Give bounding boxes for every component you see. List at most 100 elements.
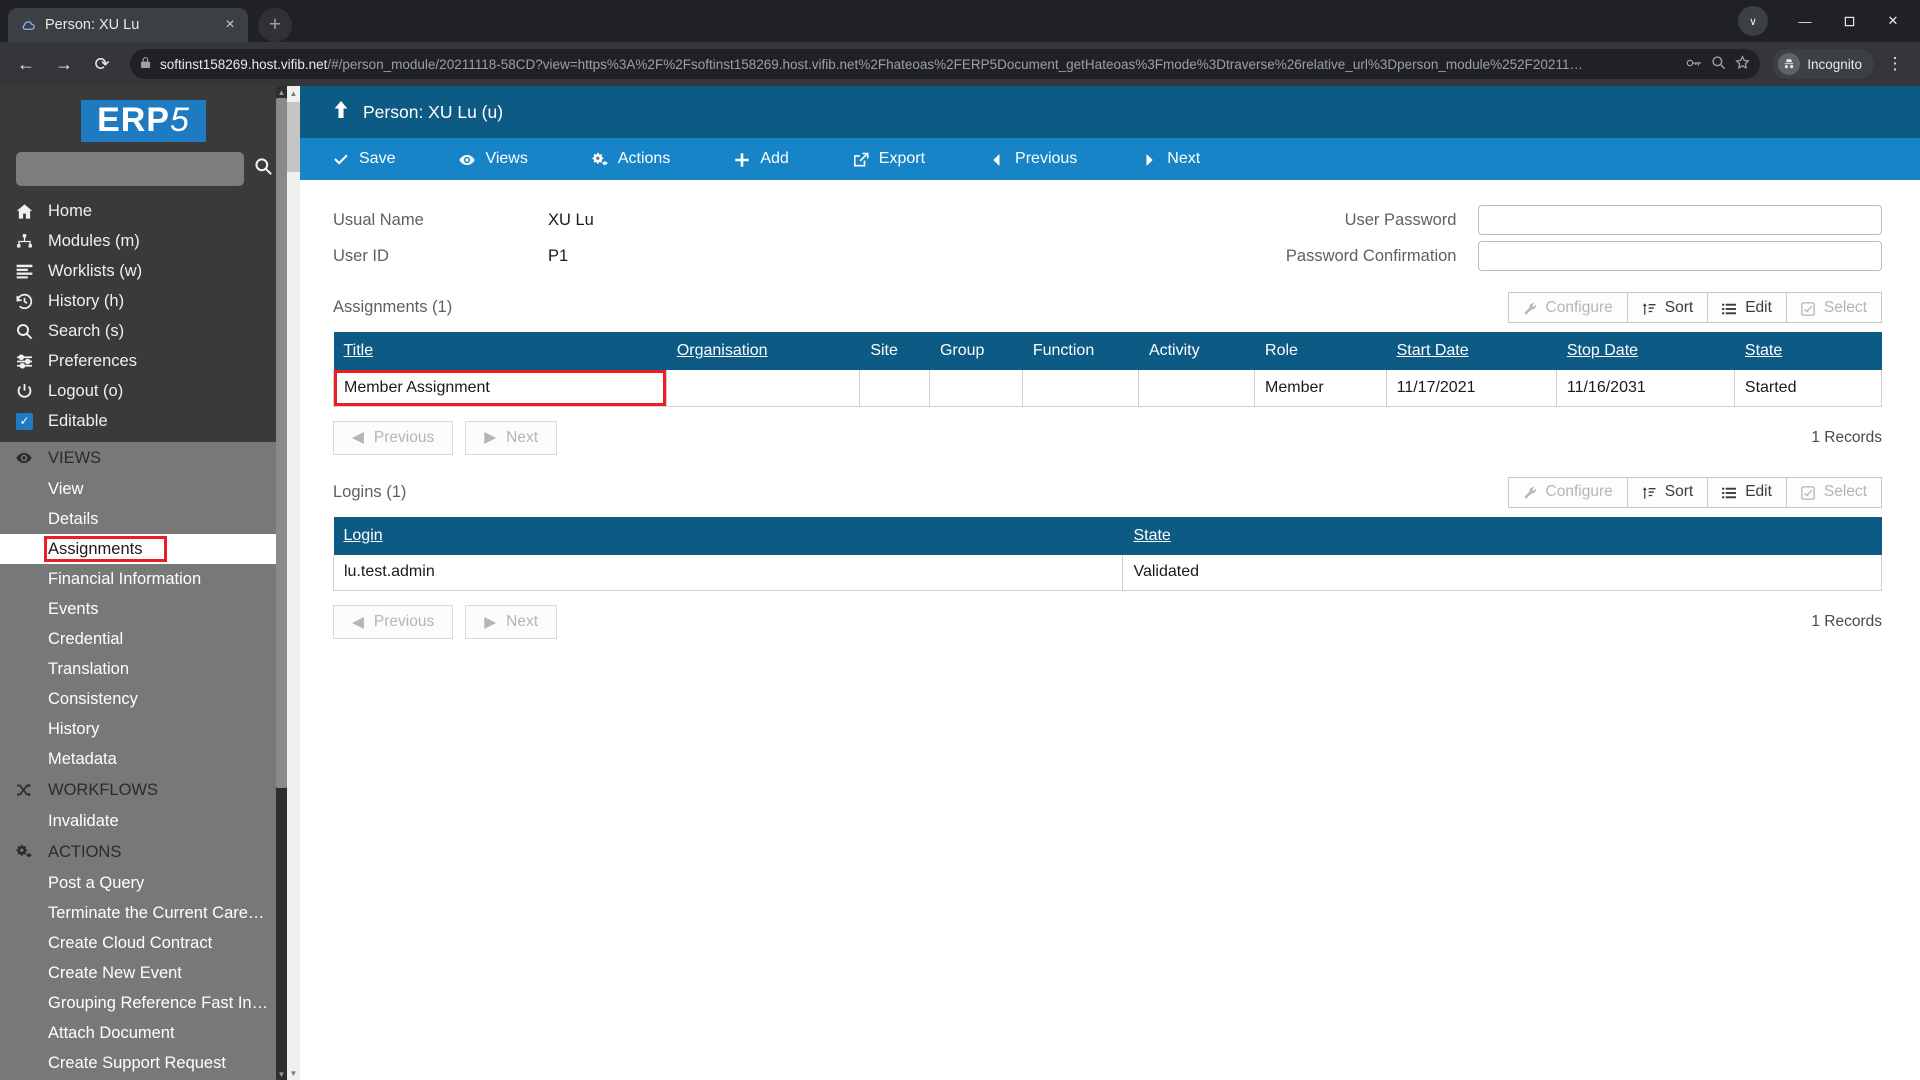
save-button[interactable]: Save [333, 150, 395, 168]
sidebar-item-create-support-request[interactable]: Create Support Request [0, 1048, 287, 1078]
scroll-down-icon[interactable]: ▼ [276, 1068, 287, 1080]
column-header-state[interactable]: State [1122, 516, 1882, 555]
scroll-up-icon[interactable]: ▲ [276, 86, 287, 98]
sidebar-item-post-a-query[interactable]: Post a Query [0, 868, 287, 898]
assignments-edit-button[interactable]: Edit [1707, 292, 1787, 323]
address-bar[interactable]: softinst158269.host.vifib.net/#/person_m… [130, 49, 1761, 79]
sidebar-item-metadata[interactable]: Metadata [0, 744, 287, 774]
assignments-next-button[interactable]: ▶ Next [465, 420, 558, 455]
sidebar-scrollbar-thumb[interactable] [276, 98, 287, 788]
assignments-previous-button[interactable]: ◀ Previous [333, 420, 454, 455]
table-cell[interactable]: Started [1733, 370, 1883, 407]
table-cell[interactable] [928, 370, 1023, 407]
column-header-activity: Activity [1138, 332, 1256, 370]
next-button[interactable]: Next [1141, 150, 1200, 168]
sidebar-item-events[interactable]: Events [0, 594, 287, 624]
star-icon[interactable] [1735, 55, 1750, 73]
shuffle-icon [16, 782, 48, 798]
table-cell[interactable] [1137, 370, 1256, 407]
logins-next-button[interactable]: ▶ Next [465, 605, 558, 639]
sidebar-item-create-cloud-contract[interactable]: Create Cloud Contract [0, 928, 287, 958]
key-icon[interactable] [1686, 56, 1702, 72]
up-arrow-icon[interactable] [333, 101, 349, 123]
user-password-input[interactable] [1478, 205, 1882, 235]
search-icon[interactable] [254, 157, 273, 182]
column-header-state[interactable]: State [1734, 332, 1883, 370]
sidebar-item-terminate-the-current-care[interactable]: Terminate the Current Care… [0, 898, 287, 928]
sidebar-item-details[interactable]: Details [0, 504, 287, 534]
table-cell[interactable] [665, 370, 861, 407]
table-row[interactable]: lu.test.admin Validated [332, 554, 1882, 591]
column-header-stop-date[interactable]: Stop Date [1556, 332, 1735, 370]
plus-icon [734, 150, 750, 167]
content-scroll-down-icon[interactable]: ▼ [287, 1066, 300, 1080]
add-button[interactable]: Add [734, 150, 789, 168]
sidebar-item-worklists-w[interactable]: Worklists (w) [0, 256, 287, 286]
incognito-profile-button[interactable]: Incognito [1772, 49, 1874, 79]
column-header-login[interactable]: Login [333, 516, 1124, 555]
column-header-start-date[interactable]: Start Date [1386, 332, 1557, 370]
sidebar-item-view[interactable]: View [0, 474, 287, 504]
cell-text: Member Assignment [344, 378, 490, 396]
sidebar-item-attach-document[interactable]: Attach Document [0, 1018, 287, 1048]
content-scroll-up-icon[interactable]: ▲ [287, 86, 300, 100]
forward-icon[interactable]: → [48, 48, 80, 80]
column-header-title[interactable]: Title [333, 332, 667, 370]
close-window-button[interactable]: ✕ [1872, 6, 1914, 36]
new-tab-button[interactable]: + [258, 8, 292, 42]
table-cell[interactable]: Member [1254, 370, 1387, 407]
sidebar-item-create-new-event[interactable]: Create New Event [0, 958, 287, 988]
sidebar-item-assignments[interactable]: Assignments [0, 534, 287, 565]
column-header-organisation[interactable]: Organisation [666, 332, 861, 370]
sidebar-item-history-h[interactable]: History (h) [0, 286, 287, 316]
sidebar-item-translation[interactable]: Translation [0, 654, 287, 684]
views-button[interactable]: Views [459, 150, 528, 168]
caret-right-icon: ▶ [484, 429, 497, 446]
table-cell[interactable]: Member Assignment [333, 370, 667, 407]
sidebar-item-logout-o[interactable]: Logout (o) [0, 376, 287, 406]
sidebar-item-home[interactable]: Home [0, 196, 287, 226]
content-scrollbar-thumb[interactable] [287, 102, 300, 172]
table-cell[interactable]: 11/17/2021 [1385, 370, 1557, 407]
previous-button[interactable]: Previous [989, 150, 1077, 168]
chevron-down-icon[interactable]: ∨ [1738, 6, 1768, 36]
sidebar-item-search-s[interactable]: Search (s) [0, 316, 287, 346]
maximize-button[interactable] [1828, 6, 1870, 36]
search-input[interactable] [16, 152, 244, 187]
sidebar-item-consistency[interactable]: Consistency [0, 684, 287, 714]
sidebar-item-credential[interactable]: Credential [0, 624, 287, 654]
logins-edit-button[interactable]: Edit [1707, 476, 1787, 508]
logins-sort-button[interactable]: Sort [1626, 476, 1709, 508]
browser-menu-icon[interactable]: ⋮ [1880, 49, 1910, 79]
cell-text: Started [1744, 378, 1797, 396]
sidebar-item-modules-m[interactable]: Modules (m) [0, 226, 287, 256]
sidebar-item-financial-information[interactable]: Financial Information [0, 564, 287, 594]
table-cell[interactable] [1021, 370, 1139, 407]
password-confirmation-input[interactable] [1478, 241, 1882, 271]
table-row[interactable]: Member Assignment Member 11/17/2021 11/16/2… [333, 370, 1883, 407]
export-button[interactable]: Export [853, 150, 925, 168]
zoom-icon[interactable] [1711, 55, 1726, 73]
sidebar-item-editable[interactable]: ✓ Editable [0, 406, 287, 436]
back-icon[interactable]: ← [10, 48, 42, 80]
sidebar-item-invalidate[interactable]: Invalidate [0, 806, 287, 836]
sidebar-scrollbar[interactable]: ▲ ▼ [276, 86, 287, 1080]
content-scrollbar[interactable]: ▲ ▼ [287, 86, 300, 1080]
minimize-button[interactable]: — [1784, 6, 1826, 36]
table-cell[interactable]: 11/16/2031 [1555, 370, 1735, 407]
sidebar-item-history[interactable]: History [0, 714, 287, 744]
erp5-logo[interactable]: ERP5 [81, 100, 206, 143]
sidebar-item-grouping-reference-fast-in[interactable]: Grouping Reference Fast In… [0, 988, 287, 1018]
sidebar-item-preferences[interactable]: Preferences [0, 346, 287, 376]
logins-previous-button[interactable]: ◀ Previous [333, 605, 454, 639]
reload-icon[interactable]: ⟳ [86, 48, 118, 80]
actions-button[interactable]: Actions [592, 150, 670, 168]
table-cell[interactable]: Validated [1122, 554, 1882, 591]
table-cell[interactable]: lu.test.admin [332, 554, 1124, 591]
sidebar-item-label: Home [48, 201, 93, 220]
checkbox-checked-icon[interactable]: ✓ [16, 412, 48, 430]
close-icon[interactable]: × [220, 15, 240, 35]
assignments-sort-button[interactable]: Sort [1626, 292, 1709, 323]
browser-tab[interactable]: Person: XU Lu × [8, 8, 248, 42]
table-cell[interactable] [859, 370, 930, 407]
